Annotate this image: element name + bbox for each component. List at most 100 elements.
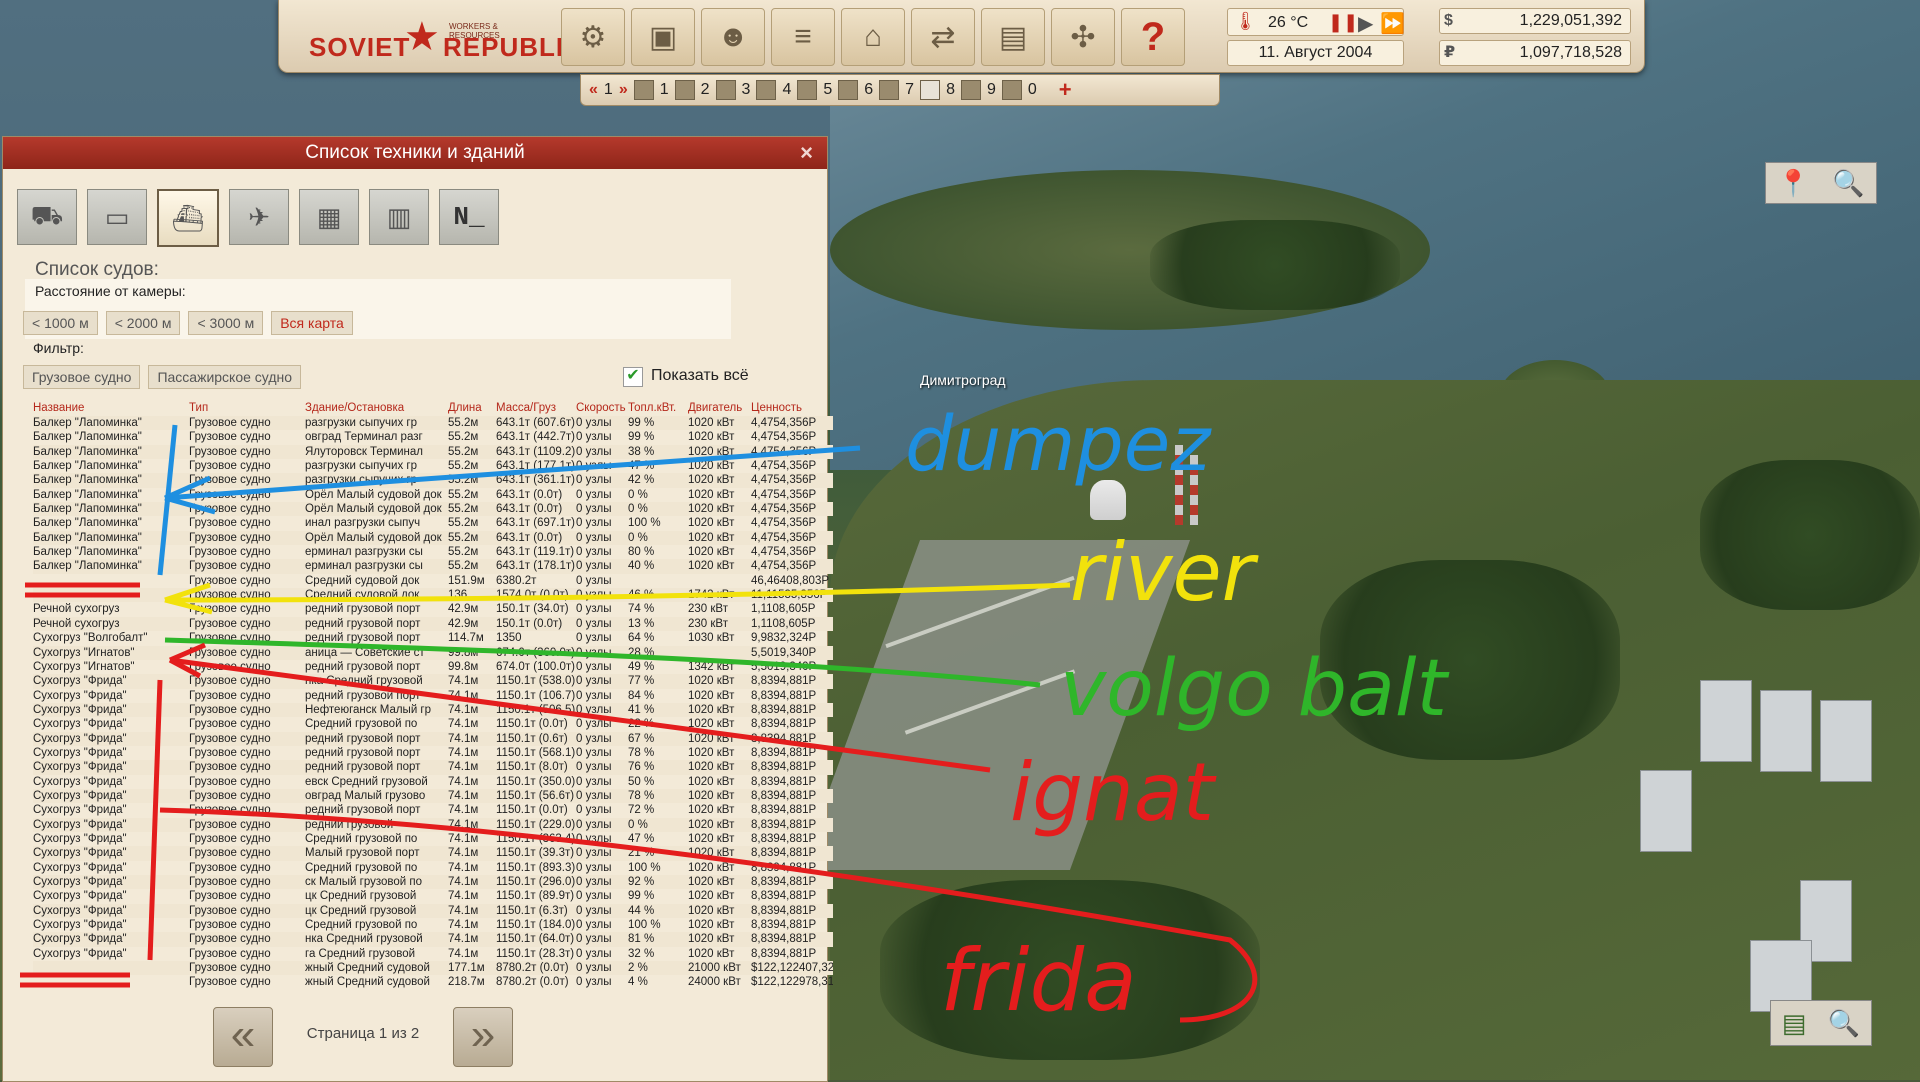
table-row[interactable]: Сухогруз "Фрида" Грузовое судно Средний гр… (33, 717, 833, 731)
table-row[interactable]: Балкер "Лапоминка" Грузовое судно овград Т… (33, 430, 833, 444)
layer-icon[interactable] (960, 80, 981, 100)
table-row[interactable]: Сухогруз "Волгобалт" Грузовое судно редний… (33, 631, 833, 645)
layer-number[interactable]: 7 (905, 81, 914, 99)
table-row[interactable]: Сухогруз "Фрида" Грузовое судно редний гру… (33, 689, 833, 703)
book-button[interactable]: ▤ (981, 8, 1045, 66)
header-length[interactable]: Длина (448, 402, 496, 416)
trade-button[interactable]: ⇄ (911, 8, 975, 66)
layer-number[interactable]: 9 (987, 81, 996, 99)
table-row[interactable]: Сухогруз "Фрида" Грузовое судно Средний гр… (33, 918, 833, 932)
metro-map-button[interactable]: ✣ (1051, 8, 1115, 66)
map-pin-icon[interactable]: 📍 (1777, 168, 1809, 199)
layer-icon[interactable] (920, 80, 941, 100)
table-row[interactable]: Балкер "Лапоминка" Грузовое судно Орёл Мал… (33, 502, 833, 517)
depot-button[interactable]: ▣ (631, 8, 695, 66)
layer-number[interactable]: 8 (946, 81, 955, 99)
header-speed[interactable]: Скорость (576, 402, 628, 416)
table-row[interactable]: Сухогруз "Фрида" Грузовое судно редний гру… (33, 817, 833, 832)
layer-icon[interactable] (633, 80, 654, 100)
money-usd[interactable]: $ 1,229,051,392 (1439, 8, 1631, 34)
layer-number[interactable]: 5 (823, 81, 832, 99)
table-row[interactable]: Речной сухогруз Грузовое судно редний груз… (33, 616, 833, 632)
layer-next-icon[interactable]: » (619, 81, 628, 99)
table-row[interactable]: Сухогруз "Фрида" Грузовое судно Нефтеюганс… (33, 702, 833, 718)
distance-3000-button[interactable]: < 3000 м (188, 311, 264, 335)
header-name[interactable]: Название (33, 402, 189, 416)
header-type[interactable]: Тип (189, 402, 305, 416)
road-button[interactable]: ≡ (771, 8, 835, 66)
table-row[interactable]: Сухогруз "Игнатов" Грузовое судно аница — … (33, 645, 833, 660)
layer-icon[interactable] (838, 80, 859, 100)
table-row[interactable]: Балкер "Лапоминка" Грузовое судно разгрузк… (33, 473, 833, 488)
layer-number[interactable]: 1 (604, 81, 613, 99)
layer-icon[interactable] (1001, 80, 1022, 100)
header-building[interactable]: Здание/Остановка (305, 402, 448, 416)
prev-page-button[interactable]: « (213, 1007, 273, 1067)
close-icon[interactable]: × (800, 137, 813, 169)
add-layer-button[interactable]: + (1059, 77, 1072, 103)
distance-whole-map-button[interactable]: Вся карта (271, 311, 353, 335)
people-button[interactable]: ☻ (701, 8, 765, 66)
filter-passenger-ship-button[interactable]: Пассажирское судно (148, 365, 302, 389)
money-rub[interactable]: ₽ 1,097,718,528 (1439, 40, 1631, 66)
table-row[interactable]: Сухогруз "Игнатов" Грузовое судно редний г… (33, 660, 833, 674)
table-row[interactable]: Сухогруз "Фрида" Грузовое судно нка Средни… (33, 932, 833, 947)
layer-number[interactable]: 1 (660, 81, 669, 99)
table-row[interactable]: Сухогруз "Фрида" Грузовое судно ск Малый г… (33, 875, 833, 890)
layer-icon[interactable] (797, 80, 818, 100)
table-row[interactable]: Балкер "Лапоминка" Грузовое судно разгрузк… (33, 459, 833, 473)
layer-icon[interactable] (756, 80, 777, 100)
layer-number[interactable]: 4 (782, 81, 791, 99)
table-row[interactable]: Сухогруз "Фрида" Грузовое судно га Средний… (33, 947, 833, 961)
table-row[interactable]: Сухогруз "Фрида" Грузовое судно редний гру… (33, 760, 833, 775)
table-row[interactable]: Сухогруз "Фрида" Грузовое судно овград Мал… (33, 788, 833, 804)
table-row[interactable]: Балкер "Лапоминка" Грузовое судно инал раз… (33, 516, 833, 530)
city-label[interactable]: Димитроград (920, 372, 1006, 388)
table-row[interactable]: Сухогруз "Фрида" Грузовое судно цк Средний… (33, 903, 833, 919)
header-mass[interactable]: Масса/Груз (496, 402, 576, 416)
settings-button[interactable]: ⚙ (561, 8, 625, 66)
table-row[interactable]: Сухогруз "Фрида" Грузовое судно Средний гр… (33, 861, 833, 875)
filter-cargo-ship-button[interactable]: Грузовое судно (23, 365, 141, 389)
table-row[interactable]: Балкер "Лапоминка" Грузовое судно разгрузк… (33, 416, 833, 431)
tab-ships[interactable]: ⛴ (157, 189, 219, 247)
layer-icon[interactable] (715, 80, 736, 100)
layer-number[interactable]: 3 (742, 81, 751, 99)
layer-icon[interactable] (674, 80, 695, 100)
header-fuel[interactable]: Топл.кВт. (628, 402, 688, 416)
table-row[interactable]: Грузовое судно жный Средний судовой 218.7м… (33, 975, 833, 989)
distance-1000-button[interactable]: < 1000 м (23, 311, 98, 335)
table-row[interactable]: Сухогруз "Фрида" Грузовое судно Средний гр… (33, 832, 833, 846)
table-row[interactable]: Грузовое судно жный Средний судовой 177.1м… (33, 961, 833, 976)
fast-forward-button[interactable]: ⏩ (1380, 11, 1405, 36)
tab-named[interactable]: N_ (439, 189, 499, 245)
construction-button[interactable]: ⌂ (841, 8, 905, 66)
tab-buildings[interactable]: ▦ (299, 189, 359, 245)
table-row[interactable]: Сухогруз "Фрида" Грузовое судно Малый груз… (33, 846, 833, 861)
table-row[interactable]: Сухогруз "Фрида" Грузовое судно евск Средн… (33, 775, 833, 789)
layer-prev-icon[interactable]: « (589, 81, 598, 99)
tab-trains[interactable]: ▭ (87, 189, 147, 245)
checkmark-icon[interactable]: ✔ (623, 367, 643, 387)
layer-number[interactable]: 2 (701, 81, 710, 99)
help-button[interactable]: ? (1121, 8, 1185, 66)
tab-trucks[interactable]: ⛟ (17, 189, 77, 245)
table-row[interactable]: Сухогруз "Фрида" Грузовое судно цк Средний… (33, 889, 833, 903)
table-row[interactable]: Сухогруз "Фрида" Грузовое судно редний гру… (33, 731, 833, 746)
header-engine[interactable]: Двигатель (688, 402, 751, 416)
layer-number[interactable]: 6 (864, 81, 873, 99)
table-row[interactable]: Балкер "Лапоминка" Грузовое судно Орёл Мал… (33, 488, 833, 502)
table-row[interactable]: Балкер "Лапоминка" Грузовое судно Ялуторов… (33, 444, 833, 460)
layer-number[interactable]: 0 (1028, 81, 1037, 99)
table-row[interactable]: Балкер "Лапоминка" Грузовое судно Орёл Мал… (33, 530, 833, 546)
table-row[interactable]: Сухогруз "Фрида" Грузовое судно редний гру… (33, 746, 833, 760)
table-row[interactable]: Сухогруз "Фрида" Грузовое судно редний гру… (33, 803, 833, 817)
search-icon[interactable]: 🔍 (1832, 168, 1864, 199)
layer-icon[interactable] (879, 80, 900, 100)
table-row[interactable]: Балкер "Лапоминка" Грузовое судно ерминал … (33, 559, 833, 574)
table-row[interactable]: Балкер "Лапоминка" Грузовое судно ерминал … (33, 545, 833, 559)
distance-2000-button[interactable]: < 2000 м (105, 311, 181, 335)
tab-structures[interactable]: ▥ (369, 189, 429, 245)
tab-aircraft[interactable]: ✈ (229, 189, 289, 245)
table-row[interactable]: Грузовое судно Средний судовой док 151.9м 6… (33, 574, 833, 588)
